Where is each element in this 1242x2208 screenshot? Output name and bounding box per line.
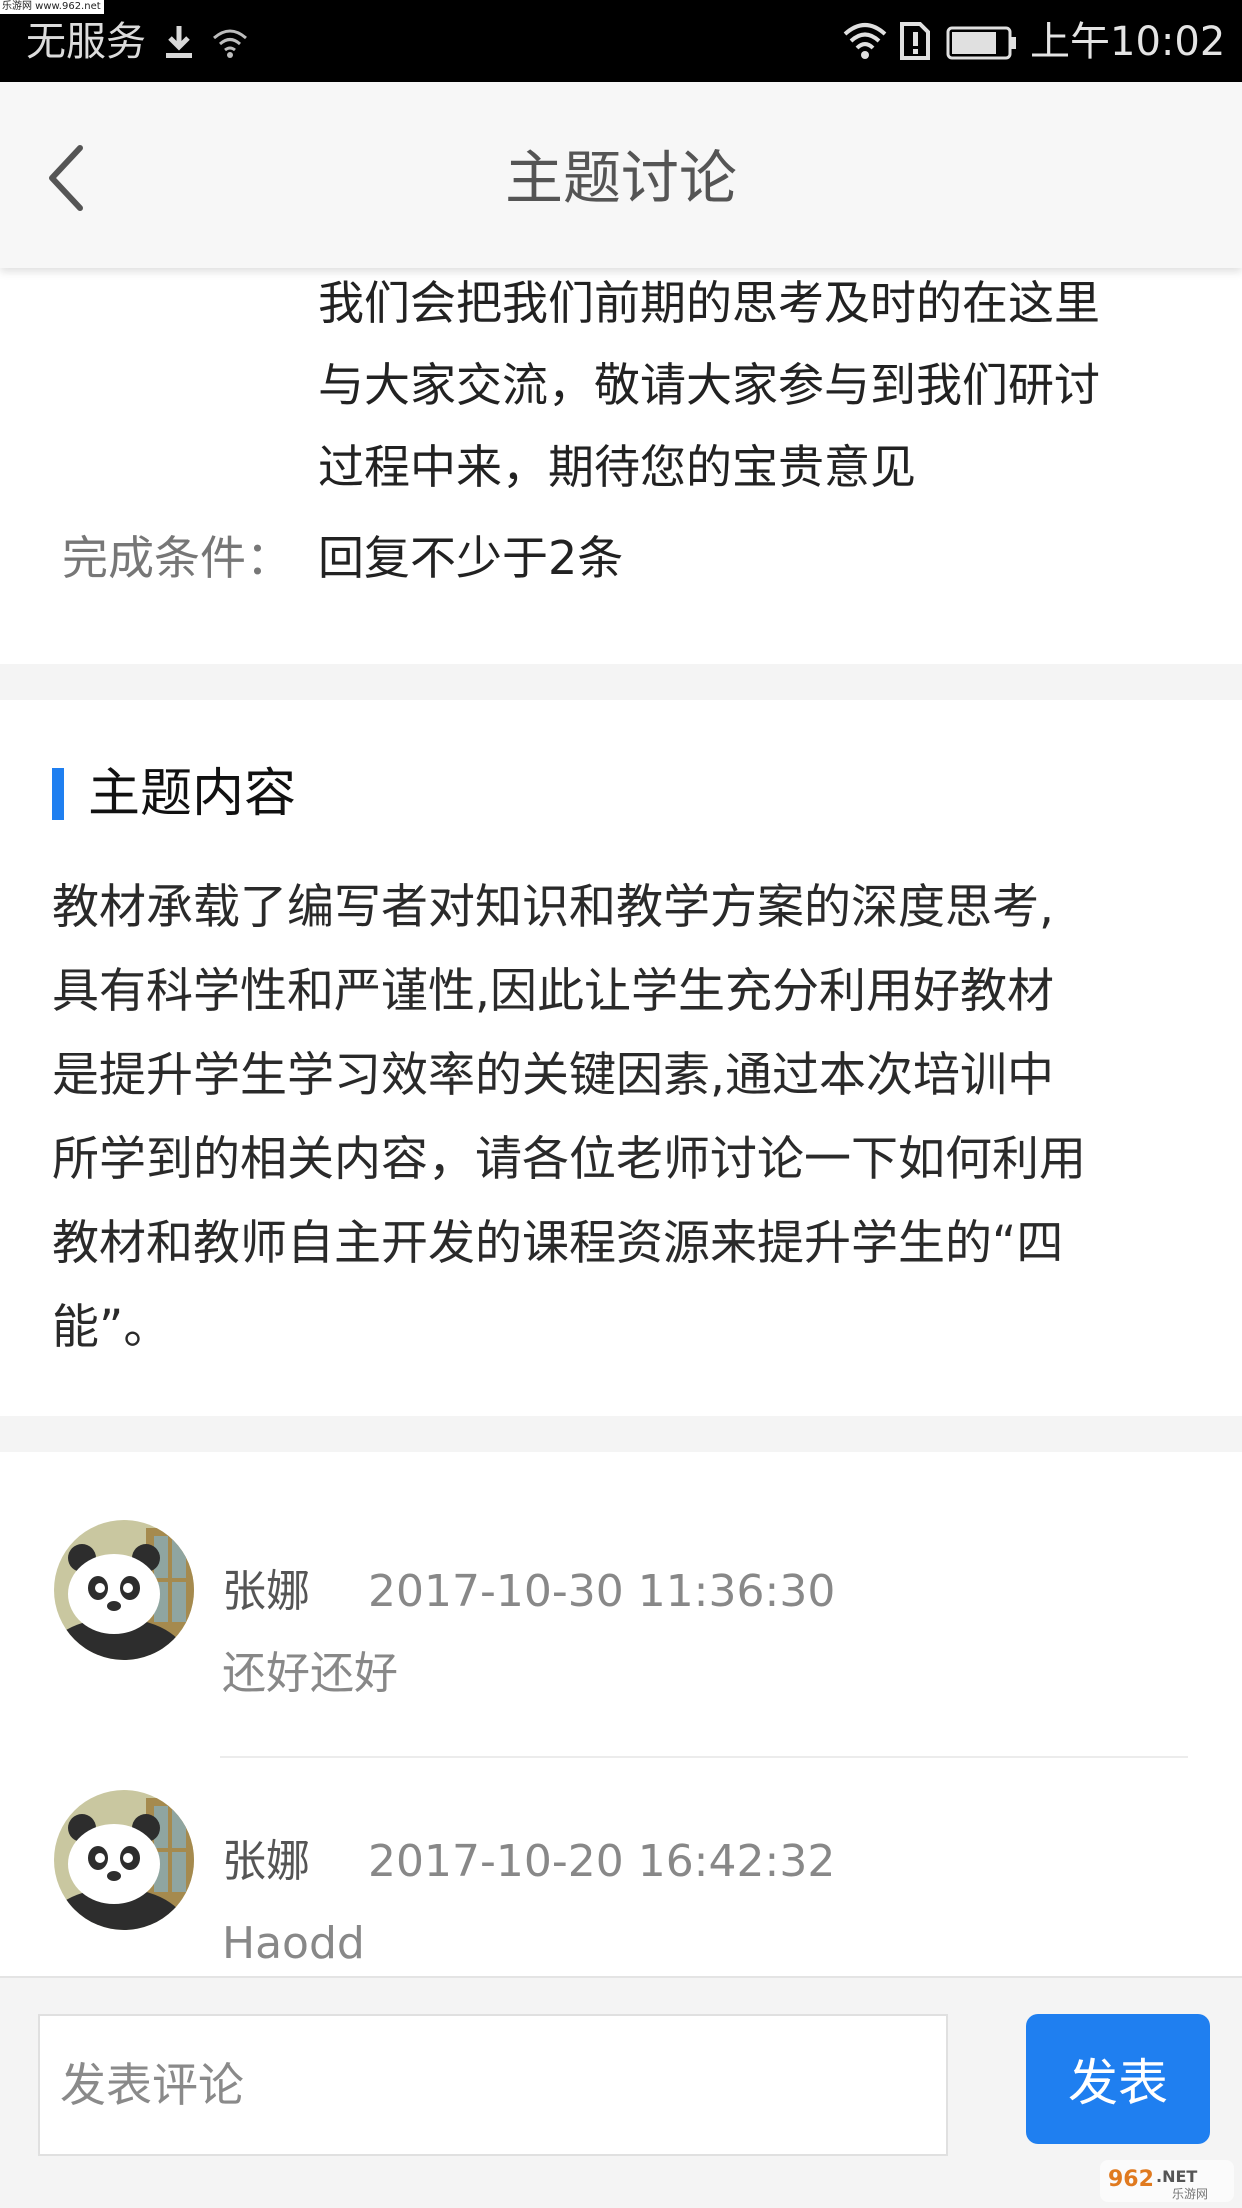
site-logo: 962 .NET 乐游网 — [1100, 2160, 1234, 2202]
comment-separator — [220, 1756, 1188, 1758]
description-line: 我们会把我们前期的思考及时的在这里 — [318, 276, 1100, 330]
download-icon — [166, 26, 192, 58]
comment-author: 张娜 — [222, 1836, 310, 1887]
svg-text:.NET: .NET — [1156, 2167, 1197, 2186]
watermark-tag: 乐游网 www.962.net — [0, 0, 104, 14]
discussion-description: 我们会把我们前期的思考及时的在这里 与大家交流，敬请大家参与到我们研讨 过程中来… — [318, 262, 1198, 508]
panda-avatar-icon — [54, 1520, 194, 1660]
clock-label: 上午10:02 — [1030, 19, 1226, 65]
comment-input[interactable] — [38, 2014, 948, 2156]
avatar[interactable] — [54, 1790, 194, 1930]
completion-condition-label: 完成条件： — [62, 531, 292, 585]
topic-line: 所学到的相关内容，请各位老师讨论一下如何利用 — [52, 1132, 1086, 1187]
comment-timestamp: 2017-10-30 11:36:30 — [368, 1566, 836, 1617]
wifi-hotspot-icon — [213, 29, 247, 58]
topic-line: 教材和教师自主开发的课程资源来提升学生的“四 — [52, 1216, 1064, 1271]
status-bar: 乐游网 www.962.net 无服务 上午10:02 — [0, 0, 1242, 82]
topic-line: 教材承载了编写者对知识和教学方案的深度思考, — [52, 880, 1054, 935]
app-header: 主题讨论 — [0, 82, 1242, 268]
comment-text: 还好还好 — [222, 1648, 398, 1699]
topic-line: 是提升学生学习效率的关键因素,通过本次培训中 — [52, 1048, 1054, 1103]
avatar[interactable] — [54, 1520, 194, 1660]
comment-text: Haodd — [222, 1918, 365, 1969]
description-line: 与大家交流，敬请大家参与到我们研讨 — [318, 358, 1100, 412]
topic-heading: 主题内容 — [88, 764, 297, 824]
description-line: 过程中来，期待您的宝贵意见 — [318, 440, 916, 494]
section-divider — [0, 664, 1242, 700]
topic-line: 具有科学性和严谨性,因此让学生充分利用好教材 — [52, 964, 1054, 1019]
section-accent-bar — [52, 768, 64, 820]
comment-composer: 发表 — [0, 1976, 1242, 2208]
section-divider — [0, 1416, 1242, 1452]
svg-text:乐游网: 乐游网 — [1172, 2187, 1208, 2201]
carrier-label: 无服务 — [26, 19, 146, 65]
comment-author: 张娜 — [222, 1566, 310, 1617]
send-button[interactable]: 发表 — [1026, 2014, 1210, 2144]
page-title: 主题讨论 — [504, 144, 737, 212]
battery-icon — [946, 26, 1016, 60]
svg-text:962: 962 — [1108, 2167, 1154, 2192]
wifi-signal-icon — [843, 23, 887, 59]
topic-body: 教材承载了编写者对知识和教学方案的深度思考, 具有科学性和严谨性,因此让学生充分… — [52, 866, 1202, 1370]
topic-line: 能”。 — [52, 1300, 171, 1355]
panda-avatar-icon — [54, 1790, 194, 1930]
comment-timestamp: 2017-10-20 16:42:32 — [368, 1836, 836, 1887]
sim-alert-icon — [900, 22, 930, 60]
completion-condition-value: 回复不少于2条 — [318, 531, 624, 585]
